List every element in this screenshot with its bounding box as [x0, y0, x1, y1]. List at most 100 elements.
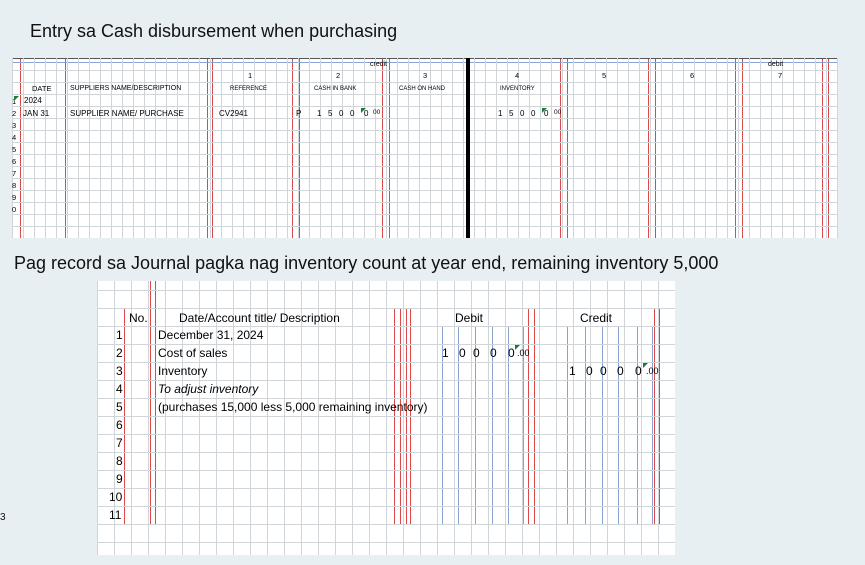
- column-rule: [735, 58, 736, 238]
- row-number: 0: [12, 205, 17, 214]
- cell-comment-marker: [643, 363, 648, 368]
- column-rule: [828, 58, 829, 238]
- column-rule: [20, 58, 21, 238]
- header-cash-in-bank: CASH IN BANK: [314, 86, 357, 92]
- debit-digit: 0: [473, 346, 480, 360]
- header-date: DATE: [32, 84, 52, 93]
- cell-gridline: [539, 281, 540, 555]
- column-rule: [742, 58, 743, 238]
- cell-comment-marker: [361, 108, 366, 113]
- cell-gridline: [386, 58, 387, 238]
- cell-gridline: [441, 58, 442, 238]
- row-number: 4: [12, 133, 17, 142]
- cell-gridline: [12, 142, 838, 143]
- group-debit-label: debit: [768, 61, 784, 68]
- row-number: 3: [12, 121, 17, 130]
- inventory-digit: 0: [531, 109, 536, 118]
- debit-digit: 0: [490, 346, 497, 360]
- credit-cents: .00: [646, 366, 659, 376]
- inventory-digit: 5: [509, 109, 514, 118]
- cell-gridline: [716, 58, 717, 238]
- cell-gridline: [97, 281, 98, 555]
- credit-digit: 0: [617, 364, 624, 378]
- journal-account-debit: Cost of sales: [158, 346, 228, 360]
- cell-gridline: [617, 58, 618, 238]
- cell-comment-marker: [14, 96, 19, 101]
- cell-gridline: [573, 281, 574, 555]
- cell-gridline: [56, 58, 57, 238]
- digit-rule: [637, 326, 638, 525]
- cell-gridline: [474, 58, 475, 238]
- cell-gridline: [265, 58, 266, 238]
- credit-digit: 0: [635, 364, 642, 378]
- journal-row-number: 6: [116, 418, 123, 432]
- column-rule: [389, 58, 390, 238]
- digit-rule: [652, 326, 653, 525]
- cell-gridline: [584, 58, 585, 238]
- column-rule: [822, 58, 823, 238]
- journal-row-number: 3: [116, 364, 123, 378]
- header-inventory: INVENTORY: [500, 86, 535, 92]
- cell-gridline: [298, 58, 299, 238]
- cell-gridline: [771, 58, 772, 238]
- column-rule: [567, 58, 568, 238]
- row-number: 9: [12, 193, 17, 202]
- col-number-5: 5: [602, 71, 607, 80]
- cell-gridline: [551, 58, 552, 238]
- cell-gridline: [353, 58, 354, 238]
- cell-gridline: [148, 281, 149, 555]
- cell-gridline: [485, 58, 486, 238]
- digit-rule: [602, 326, 603, 525]
- journal-sheet: No. Date/Account title/ Description Debi…: [97, 281, 675, 555]
- cell-gridline: [12, 226, 838, 227]
- cell-gridline: [496, 58, 497, 238]
- cell-gridline: [658, 281, 659, 555]
- journal-row-number: 11: [109, 508, 122, 522]
- cell-gridline: [505, 281, 506, 555]
- column-rule: [292, 58, 293, 238]
- row2-reference: CV2941: [219, 109, 248, 118]
- row-number: 2: [12, 109, 17, 118]
- row2-supplier: SUPPLIER NAME/ PURCHASE: [70, 109, 184, 118]
- cell-gridline: [243, 58, 244, 238]
- journal-account-credit: Inventory: [158, 364, 208, 378]
- cell-gridline: [23, 58, 24, 238]
- journal-row-number: 7: [116, 436, 123, 450]
- cell-gridline: [782, 58, 783, 238]
- group-credit-label: credit: [370, 61, 388, 68]
- cell-gridline: [540, 58, 541, 238]
- cell-gridline: [165, 281, 166, 555]
- journal-row-number: 9: [116, 472, 123, 486]
- row-number: 7: [12, 169, 17, 178]
- header-debit: Debit: [455, 311, 484, 325]
- cell-gridline: [254, 58, 255, 238]
- cell-gridline: [705, 58, 706, 238]
- cell-gridline: [738, 58, 739, 238]
- cell-gridline: [375, 58, 376, 238]
- credit-debit-divider: [466, 58, 470, 238]
- cell-gridline: [804, 58, 805, 238]
- cell-gridline: [595, 58, 596, 238]
- col-number-1: 1: [248, 71, 253, 80]
- cell-gridline: [556, 281, 557, 555]
- header-description: Date/Account title/ Description: [179, 311, 340, 325]
- inventory-cents: 00: [554, 109, 562, 116]
- cell-gridline: [661, 58, 662, 238]
- cell-gridline: [606, 58, 607, 238]
- cash-in-bank-digit: 0: [339, 109, 344, 118]
- stray-mark: 3: [0, 512, 6, 523]
- row1-date: 2024: [24, 96, 42, 105]
- cell-gridline: [352, 281, 353, 555]
- cell-gridline: [232, 58, 233, 238]
- header-no: No.: [129, 311, 148, 325]
- header-reference: REFERENCE: [230, 86, 268, 92]
- col-number-6: 6: [690, 71, 695, 80]
- cell-gridline: [420, 281, 421, 555]
- journal-row-number: 10: [109, 490, 123, 504]
- cell-gridline: [276, 58, 277, 238]
- cell-gridline: [331, 58, 332, 238]
- title-journal: Pag record sa Journal pagka nag inventor…: [14, 253, 719, 273]
- debit-digit: 1: [442, 346, 449, 360]
- journal-explanation: To adjust inventory: [158, 382, 259, 396]
- cell-comment-marker: [542, 108, 547, 113]
